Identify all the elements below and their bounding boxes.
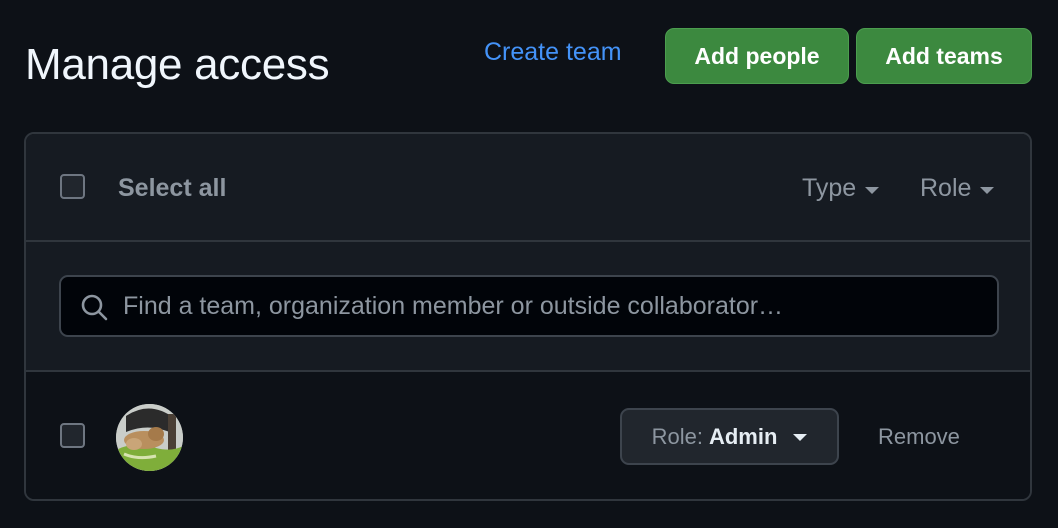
search-input[interactable] xyxy=(123,277,983,335)
chevron-down-icon xyxy=(865,186,880,194)
member-checkbox[interactable] xyxy=(60,423,85,448)
role-prefix: Role: xyxy=(651,423,703,449)
member-row: Role: Admin Remove xyxy=(26,372,1030,499)
list-header: Select all Type Role xyxy=(26,134,1030,242)
page-title: Manage access xyxy=(25,40,330,89)
access-list-box: Select all Type Role Find a team, organi… xyxy=(24,132,1032,501)
role-filter-label: Role xyxy=(920,174,972,202)
type-filter-dropdown[interactable]: Type xyxy=(802,174,880,203)
add-people-button[interactable]: Add people xyxy=(665,28,849,84)
select-all-checkbox[interactable] xyxy=(60,174,85,199)
remove-button[interactable]: Remove xyxy=(878,424,960,450)
add-teams-button[interactable]: Add teams xyxy=(856,28,1032,84)
manage-access-page: Manage access Create team Add people Add… xyxy=(0,0,1058,528)
create-team-link[interactable]: Create team xyxy=(484,38,622,67)
role-value: Admin xyxy=(708,423,778,449)
chevron-down-icon xyxy=(980,186,995,194)
avatar-image xyxy=(116,404,183,471)
role-filter-dropdown[interactable]: Role xyxy=(920,174,995,203)
search-icon xyxy=(81,294,108,321)
chevron-down-icon xyxy=(793,434,808,441)
role-select-button[interactable]: Role: Admin xyxy=(620,408,839,465)
search-row xyxy=(26,242,1030,372)
avatar[interactable] xyxy=(116,404,183,471)
type-filter-label: Type xyxy=(802,174,857,202)
select-all-label: Select all xyxy=(118,174,227,202)
search-field[interactable] xyxy=(59,275,999,337)
